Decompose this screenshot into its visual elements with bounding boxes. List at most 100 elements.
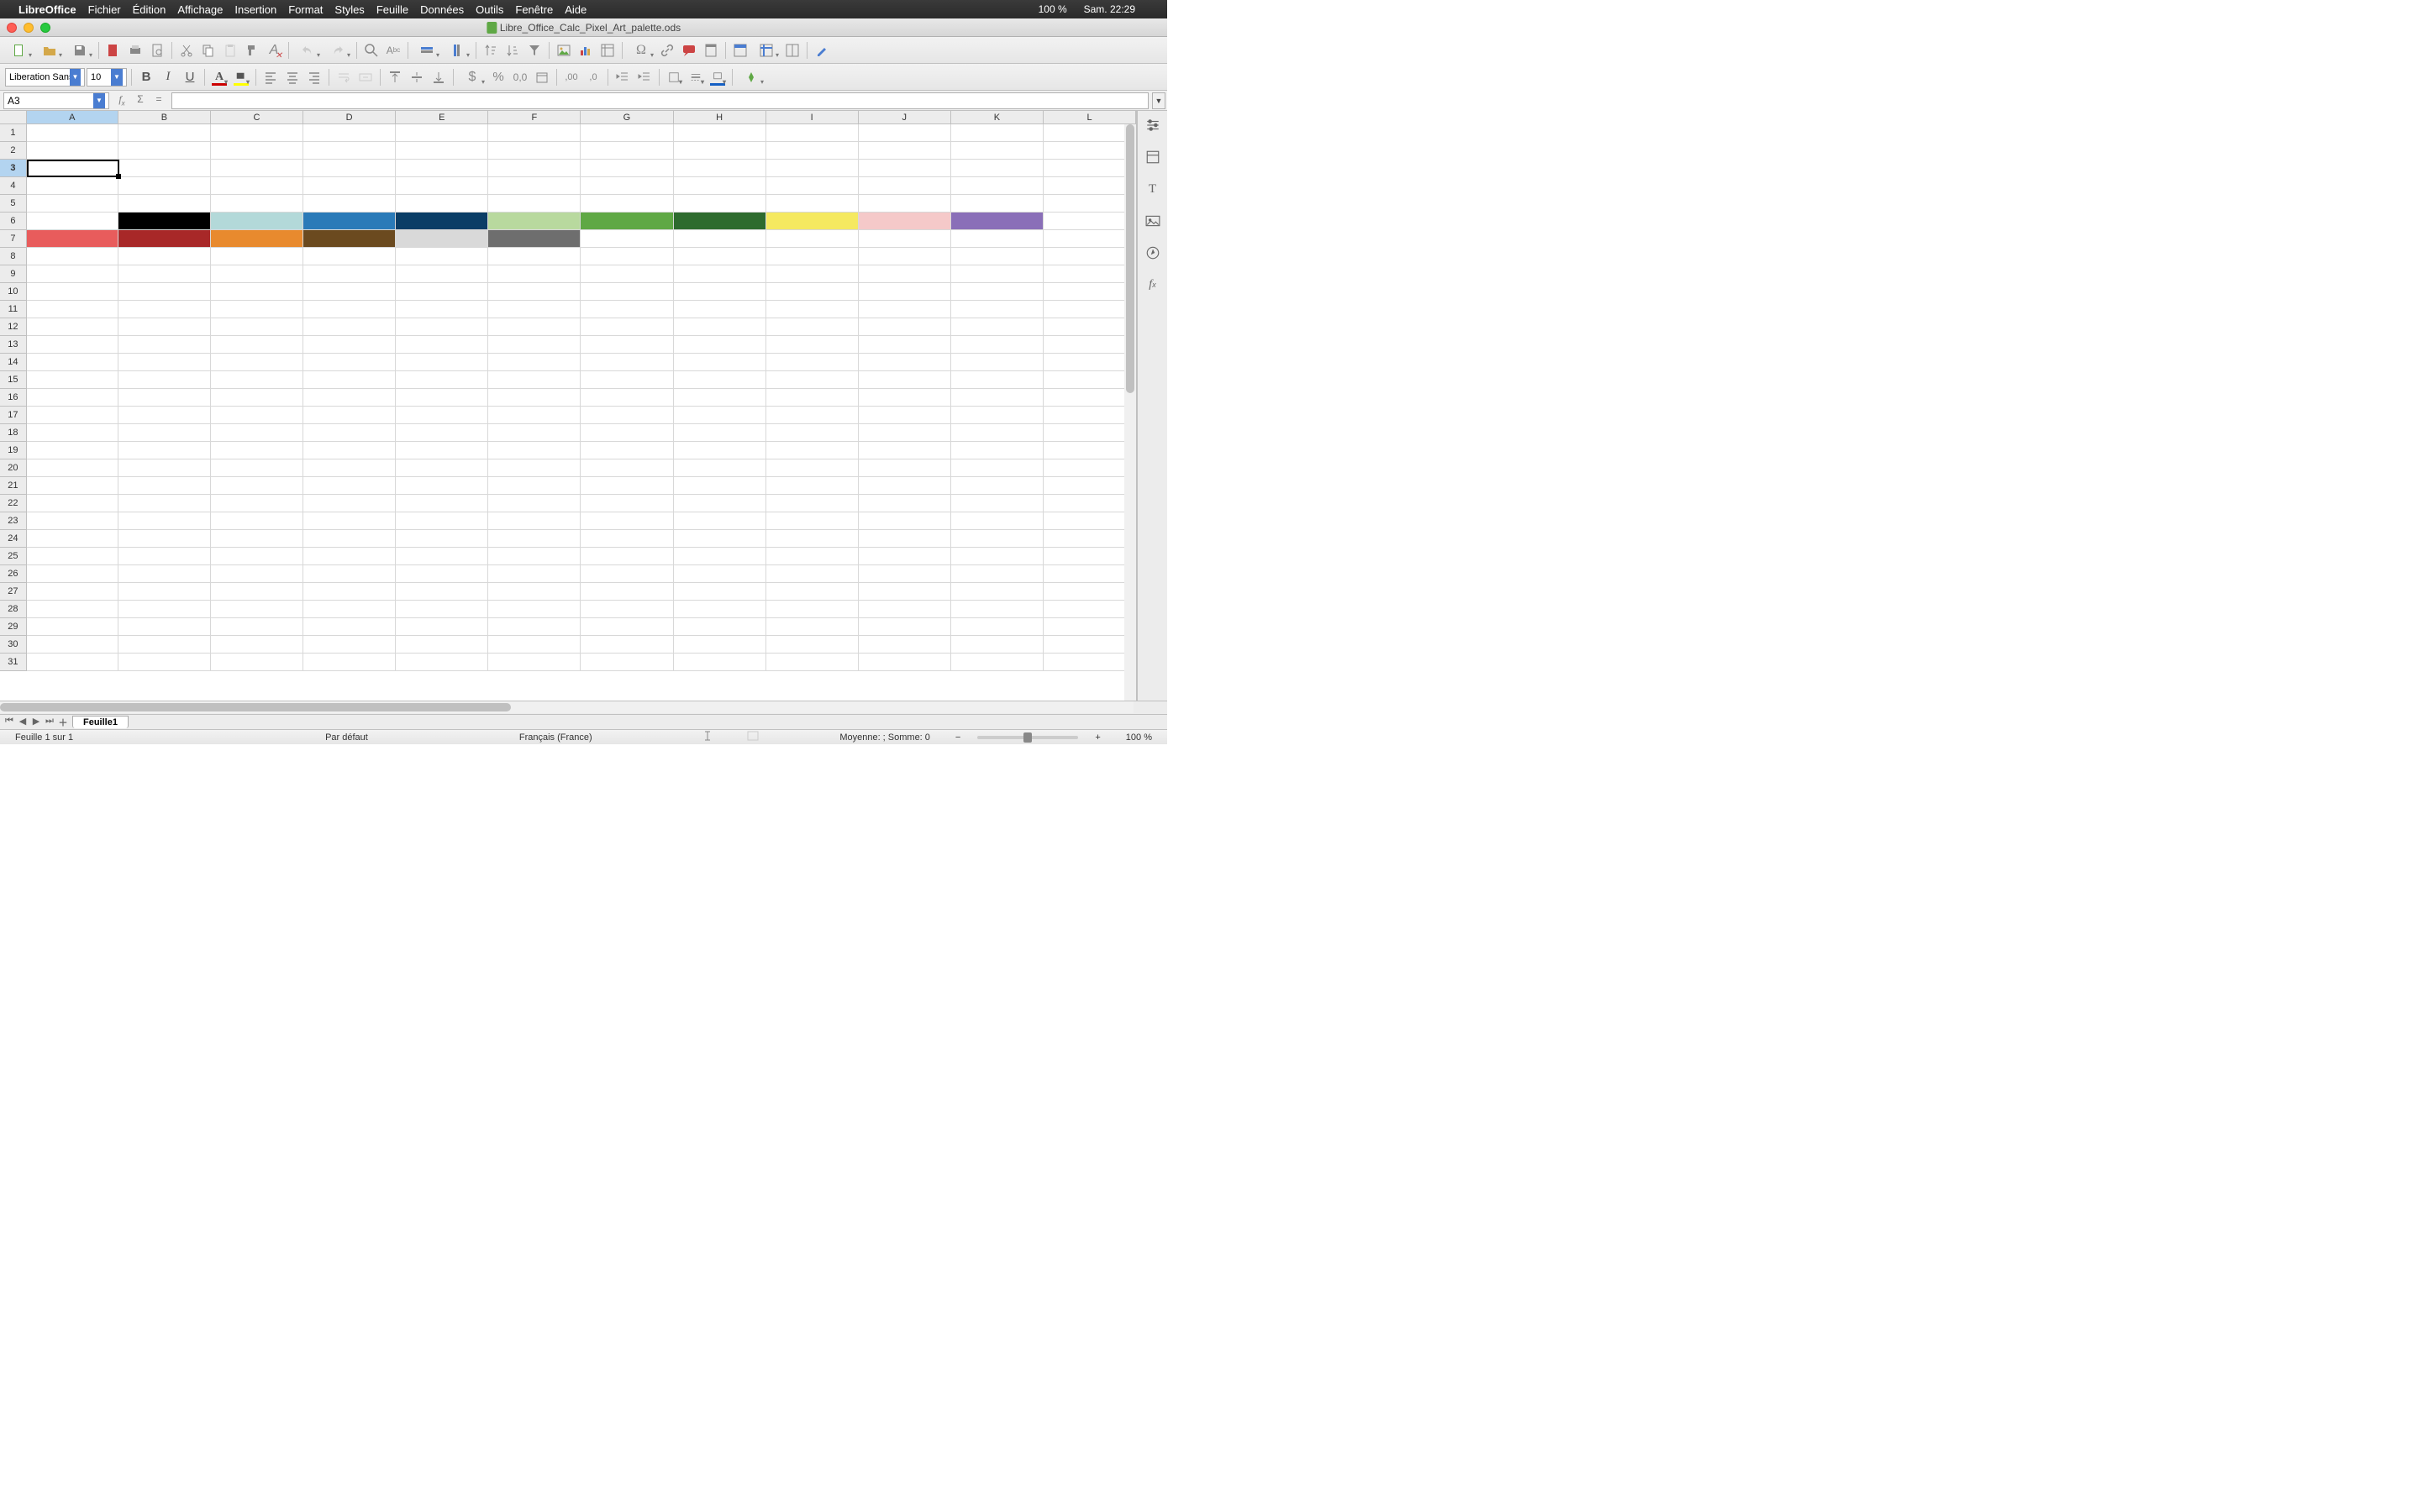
row-header[interactable]: 9 (0, 265, 27, 283)
cell[interactable] (581, 477, 673, 495)
row-header[interactable]: 14 (0, 354, 27, 371)
cell[interactable] (211, 301, 303, 318)
cell[interactable] (951, 442, 1044, 459)
cell[interactable] (118, 371, 211, 389)
tab-first-button[interactable]: ⏮ (3, 716, 15, 729)
cell[interactable] (1044, 160, 1136, 177)
cell[interactable] (581, 424, 673, 442)
cell[interactable] (674, 407, 766, 424)
cell[interactable] (396, 389, 488, 407)
cell[interactable] (27, 512, 118, 530)
date-format-button[interactable] (532, 67, 552, 87)
cell[interactable] (488, 565, 581, 583)
row-header[interactable]: 10 (0, 283, 27, 301)
cell[interactable] (488, 336, 581, 354)
cell[interactable] (1044, 213, 1136, 230)
cell[interactable] (766, 654, 859, 671)
cell[interactable] (766, 318, 859, 336)
row-header[interactable]: 13 (0, 336, 27, 354)
highlight-color-button[interactable] (231, 67, 251, 87)
cell[interactable] (488, 407, 581, 424)
cell[interactable] (859, 195, 951, 213)
cell[interactable] (303, 389, 396, 407)
border-style-button[interactable] (686, 67, 706, 87)
zoom-in-button[interactable]: + (1095, 732, 1100, 743)
cell[interactable] (118, 301, 211, 318)
cell[interactable] (1044, 442, 1136, 459)
italic-button[interactable]: I (158, 67, 178, 87)
cell[interactable] (674, 318, 766, 336)
cell[interactable] (488, 389, 581, 407)
row-header[interactable]: 6 (0, 213, 27, 230)
export-pdf-button[interactable] (103, 40, 124, 60)
sum-button[interactable]: Σ (133, 93, 148, 107)
cell[interactable] (27, 248, 118, 265)
cell[interactable] (859, 512, 951, 530)
define-range-button[interactable] (730, 40, 750, 60)
cell[interactable] (396, 213, 488, 230)
cell[interactable] (303, 371, 396, 389)
sidebar-settings-icon[interactable] (1142, 114, 1164, 136)
cell[interactable] (859, 177, 951, 195)
cell[interactable] (303, 265, 396, 283)
cell[interactable] (859, 583, 951, 601)
cell[interactable] (396, 583, 488, 601)
cell[interactable] (118, 495, 211, 512)
cell[interactable] (303, 477, 396, 495)
cell[interactable] (27, 548, 118, 565)
row-header[interactable]: 12 (0, 318, 27, 336)
row-header[interactable]: 30 (0, 636, 27, 654)
cell[interactable] (396, 230, 488, 248)
cell[interactable] (951, 530, 1044, 548)
row-header[interactable]: 21 (0, 477, 27, 495)
cell[interactable] (581, 459, 673, 477)
row-header[interactable]: 18 (0, 424, 27, 442)
chart-button[interactable] (576, 40, 596, 60)
cell[interactable] (674, 495, 766, 512)
cell[interactable] (674, 389, 766, 407)
cell[interactable] (118, 142, 211, 160)
cell[interactable] (674, 177, 766, 195)
cell[interactable] (766, 424, 859, 442)
headers-footers-button[interactable] (701, 40, 721, 60)
cell[interactable] (766, 124, 859, 142)
cell[interactable] (859, 565, 951, 583)
cell[interactable] (859, 213, 951, 230)
cell[interactable] (118, 283, 211, 301)
cell[interactable] (211, 336, 303, 354)
cell[interactable] (396, 160, 488, 177)
cell[interactable] (488, 177, 581, 195)
cell[interactable] (766, 230, 859, 248)
cell[interactable] (211, 265, 303, 283)
cell[interactable] (581, 142, 673, 160)
cell[interactable] (951, 636, 1044, 654)
border-color-button[interactable] (708, 67, 728, 87)
cell[interactable] (766, 283, 859, 301)
cell[interactable] (211, 548, 303, 565)
row-header[interactable]: 11 (0, 301, 27, 318)
cell[interactable] (303, 177, 396, 195)
cell[interactable] (951, 177, 1044, 195)
column-header[interactable]: G (581, 111, 673, 123)
cell[interactable] (951, 601, 1044, 618)
row-header[interactable]: 26 (0, 565, 27, 583)
cell[interactable] (581, 530, 673, 548)
add-decimal-button[interactable]: ,00 (561, 67, 581, 87)
cell[interactable] (951, 371, 1044, 389)
cell[interactable] (396, 336, 488, 354)
cell[interactable] (396, 124, 488, 142)
tab-next-button[interactable]: ▶ (30, 716, 42, 729)
cell[interactable] (581, 283, 673, 301)
cell[interactable] (859, 459, 951, 477)
cell[interactable] (118, 407, 211, 424)
cell[interactable] (303, 248, 396, 265)
formula-input[interactable] (171, 92, 1149, 109)
row-header[interactable]: 24 (0, 530, 27, 548)
row-header[interactable]: 2 (0, 142, 27, 160)
align-top-button[interactable] (385, 67, 405, 87)
cell[interactable] (581, 654, 673, 671)
cell[interactable] (951, 583, 1044, 601)
align-left-button[interactable] (260, 67, 281, 87)
row-header[interactable]: 19 (0, 442, 27, 459)
cell[interactable] (488, 142, 581, 160)
